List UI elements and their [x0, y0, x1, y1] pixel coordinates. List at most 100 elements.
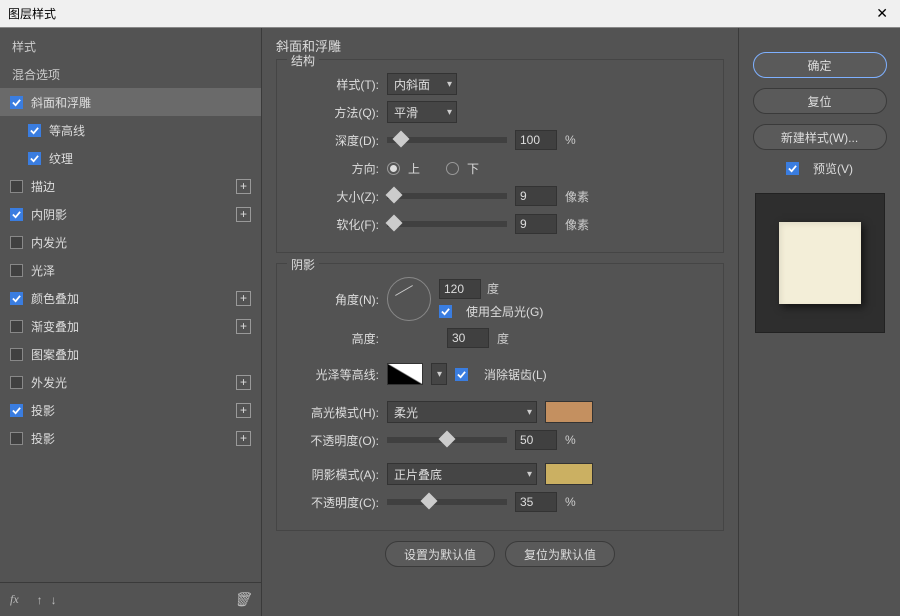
- blend-options-header[interactable]: 混合选项: [0, 60, 261, 88]
- add-instance-icon[interactable]: +: [236, 179, 251, 194]
- style-checkbox[interactable]: [10, 292, 23, 305]
- style-item-label: 投影: [31, 402, 55, 419]
- preview-box: [755, 193, 885, 333]
- new-style-button[interactable]: 新建样式(W)...: [753, 124, 887, 150]
- styles-header[interactable]: 样式: [0, 32, 261, 60]
- style-checkbox[interactable]: [10, 180, 23, 193]
- close-icon[interactable]: ✕: [872, 5, 892, 22]
- reset-default-button[interactable]: 复位为默认值: [505, 541, 615, 567]
- titlebar: 图层样式 ✕: [0, 0, 900, 28]
- set-default-button[interactable]: 设置为默认值: [385, 541, 495, 567]
- add-instance-icon[interactable]: +: [236, 207, 251, 222]
- gloss-contour-picker[interactable]: [387, 363, 423, 385]
- style-item-label: 内阴影: [31, 206, 67, 223]
- style-item[interactable]: 图案叠加: [0, 340, 261, 368]
- ok-button[interactable]: 确定: [753, 52, 887, 78]
- altitude-label: 高度:: [291, 330, 379, 347]
- structure-legend: 结构: [287, 52, 319, 69]
- shadow-opacity-label: 不透明度(C):: [291, 494, 379, 511]
- window-title: 图层样式: [8, 5, 56, 22]
- structure-group: 结构 样式(T): 内斜面 方法(Q): 平滑 深度(D): 100 % 方向:…: [276, 59, 724, 253]
- style-select[interactable]: 内斜面: [387, 73, 457, 95]
- size-slider[interactable]: [387, 193, 507, 199]
- size-label: 大小(Z):: [291, 188, 379, 205]
- antialias-checkbox[interactable]: [455, 368, 468, 381]
- soften-input[interactable]: 9: [515, 214, 557, 234]
- styles-panel: 样式 混合选项 斜面和浮雕等高线纹理描边+ 内阴影 + 内发光光泽颜色叠加+渐变叠加+…: [0, 28, 262, 616]
- style-item[interactable]: 投影 +: [0, 396, 261, 424]
- style-item-label: 等高线: [49, 122, 85, 139]
- highlight-opacity-input[interactable]: 50: [515, 430, 557, 450]
- style-item[interactable]: 斜面和浮雕: [0, 88, 261, 116]
- technique-select[interactable]: 平滑: [387, 101, 457, 123]
- style-item[interactable]: 光泽: [0, 256, 261, 284]
- style-item-label: 投影: [31, 430, 55, 447]
- angle-input[interactable]: 120: [439, 279, 481, 299]
- shadow-group: 阴影 角度(N): 120 度 使用全局光(G) 高度:: [276, 263, 724, 531]
- gloss-contour-dropdown[interactable]: [431, 363, 447, 385]
- style-checkbox[interactable]: [10, 320, 23, 333]
- style-item[interactable]: 等高线: [0, 116, 261, 144]
- add-instance-icon[interactable]: +: [236, 403, 251, 418]
- shadow-mode-select[interactable]: 正片叠底: [387, 463, 537, 485]
- cancel-button[interactable]: 复位: [753, 88, 887, 114]
- style-checkbox[interactable]: [10, 236, 23, 249]
- direction-up-radio[interactable]: [387, 162, 400, 175]
- style-item-label: 外发光: [31, 374, 67, 391]
- highlight-opacity-label: 不透明度(O):: [291, 432, 379, 449]
- shadow-color-swatch[interactable]: [545, 463, 593, 485]
- altitude-input[interactable]: 30: [447, 328, 489, 348]
- style-checkbox[interactable]: [10, 208, 23, 221]
- style-item-label: 光泽: [31, 262, 55, 279]
- depth-label: 深度(D):: [291, 132, 379, 149]
- styles-footer: fx ↑ ↓ 🗑: [0, 582, 261, 616]
- style-item[interactable]: 投影 +: [0, 424, 261, 452]
- style-item[interactable]: 描边+: [0, 172, 261, 200]
- style-item[interactable]: 颜色叠加+: [0, 284, 261, 312]
- style-checkbox[interactable]: [10, 376, 23, 389]
- preview-checkbox[interactable]: [786, 162, 799, 175]
- style-checkbox[interactable]: [10, 264, 23, 277]
- direction-label: 方向:: [291, 160, 379, 177]
- add-instance-icon[interactable]: +: [236, 431, 251, 446]
- style-checkbox[interactable]: [28, 152, 41, 165]
- styles-list: 样式 混合选项 斜面和浮雕等高线纹理描边+ 内阴影 + 内发光光泽颜色叠加+渐变叠加+…: [0, 28, 261, 582]
- add-instance-icon[interactable]: +: [236, 375, 251, 390]
- shadow-opacity-input[interactable]: 35: [515, 492, 557, 512]
- actions-panel: 确定 复位 新建样式(W)... 预览(V): [738, 28, 900, 616]
- move-up-icon[interactable]: ↑: [37, 593, 43, 607]
- style-item[interactable]: 渐变叠加+: [0, 312, 261, 340]
- highlight-color-swatch[interactable]: [545, 401, 593, 423]
- style-item[interactable]: 内阴影 +: [0, 200, 261, 228]
- style-item-label: 纹理: [49, 150, 73, 167]
- add-instance-icon[interactable]: +: [236, 319, 251, 334]
- shadow-opacity-slider[interactable]: [387, 499, 507, 505]
- soften-slider[interactable]: [387, 221, 507, 227]
- style-checkbox[interactable]: [10, 96, 23, 109]
- highlight-mode-select[interactable]: 柔光: [387, 401, 537, 423]
- style-checkbox[interactable]: [28, 124, 41, 137]
- depth-slider[interactable]: [387, 137, 507, 143]
- move-down-icon[interactable]: ↓: [51, 593, 57, 607]
- add-instance-icon[interactable]: +: [236, 291, 251, 306]
- highlight-opacity-slider[interactable]: [387, 437, 507, 443]
- style-item[interactable]: 外发光 +: [0, 368, 261, 396]
- style-item[interactable]: 内发光: [0, 228, 261, 256]
- global-light-checkbox[interactable]: [439, 305, 452, 318]
- depth-input[interactable]: 100: [515, 130, 557, 150]
- panel-heading: 斜面和浮雕: [276, 36, 724, 55]
- style-checkbox[interactable]: [10, 404, 23, 417]
- gloss-label: 光泽等高线:: [291, 366, 379, 383]
- trash-icon[interactable]: 🗑: [233, 591, 251, 608]
- style-checkbox[interactable]: [10, 432, 23, 445]
- style-item-label: 内发光: [31, 234, 67, 251]
- direction-down-radio[interactable]: [446, 162, 459, 175]
- preview-swatch: [779, 222, 861, 304]
- angle-control[interactable]: [387, 277, 431, 321]
- size-input[interactable]: 9: [515, 186, 557, 206]
- style-item[interactable]: 纹理: [0, 144, 261, 172]
- fx-menu[interactable]: fx: [10, 592, 19, 607]
- style-checkbox[interactable]: [10, 348, 23, 361]
- soften-label: 软化(F):: [291, 216, 379, 233]
- shadow-legend: 阴影: [287, 256, 319, 273]
